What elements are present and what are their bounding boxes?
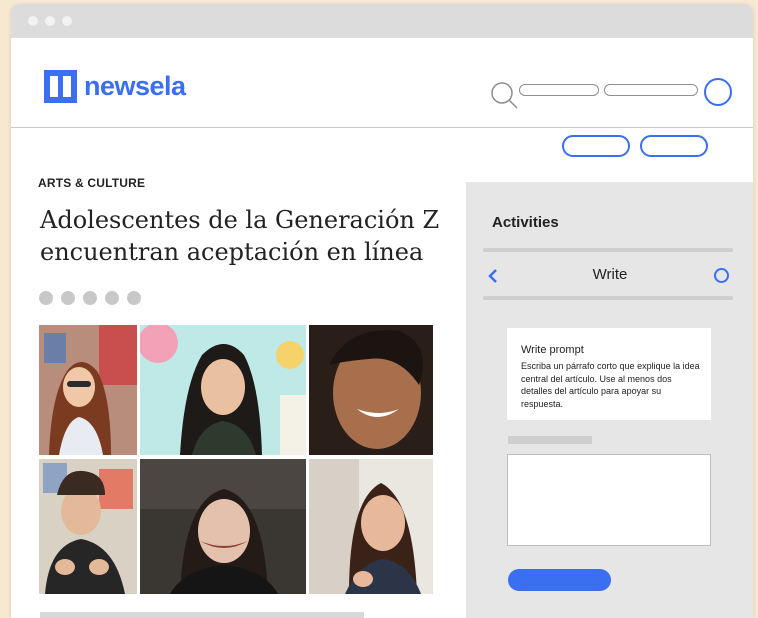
site-header: newsela <box>11 38 753 128</box>
reading-level-dot[interactable] <box>39 291 53 305</box>
brand-name[interactable]: newsela <box>84 70 186 102</box>
article-title: Adolescentes de la Generación Z encuentr… <box>40 206 440 266</box>
article-photo <box>309 459 433 594</box>
article-photo <box>39 459 137 594</box>
action-button-1[interactable] <box>562 135 630 157</box>
article-photo <box>140 325 306 455</box>
chevron-left-icon[interactable] <box>488 269 498 283</box>
divider <box>483 248 733 252</box>
divider <box>483 296 733 300</box>
circle-icon[interactable] <box>714 268 729 283</box>
reading-level-dot[interactable] <box>83 291 97 305</box>
content-placeholder-bar <box>40 612 364 618</box>
prompt-text: Escriba un párrafo corto que explique la… <box>521 361 700 409</box>
window-close-dot[interactable] <box>28 16 38 26</box>
reading-level-dot[interactable] <box>105 291 119 305</box>
search-icon[interactable] <box>490 81 520 111</box>
article-category[interactable]: ARTS & CULTURE <box>38 176 145 190</box>
answer-label-placeholder <box>508 436 592 444</box>
prompt-title: Write prompt <box>521 344 584 356</box>
activities-sidebar: Activities Write Write prompt Escriba un… <box>466 182 753 618</box>
window-maximize-dot[interactable] <box>62 16 72 26</box>
action-button-2[interactable] <box>640 135 708 157</box>
article-photo <box>309 325 433 455</box>
article-photo <box>39 325 137 455</box>
answer-input[interactable] <box>507 454 711 546</box>
reading-level-dot[interactable] <box>61 291 75 305</box>
avatar-icon[interactable] <box>704 78 732 106</box>
reading-level-dot[interactable] <box>127 291 141 305</box>
activities-heading: Activities <box>492 214 559 231</box>
nav-placeholder-1[interactable] <box>519 84 599 96</box>
submit-button[interactable] <box>508 569 611 591</box>
newsela-logo-icon[interactable] <box>44 70 77 103</box>
window-minimize-dot[interactable] <box>45 16 55 26</box>
window-titlebar <box>11 4 753 38</box>
activity-nav-label: Write <box>592 266 628 283</box>
nav-placeholder-2[interactable] <box>604 84 698 96</box>
write-prompt-card: Write prompt Escriba un párrafo corto qu… <box>507 328 711 420</box>
article-photo <box>140 459 306 594</box>
browser-window: newsela ARTS & CULTURE Adolescentes de l… <box>11 4 753 618</box>
